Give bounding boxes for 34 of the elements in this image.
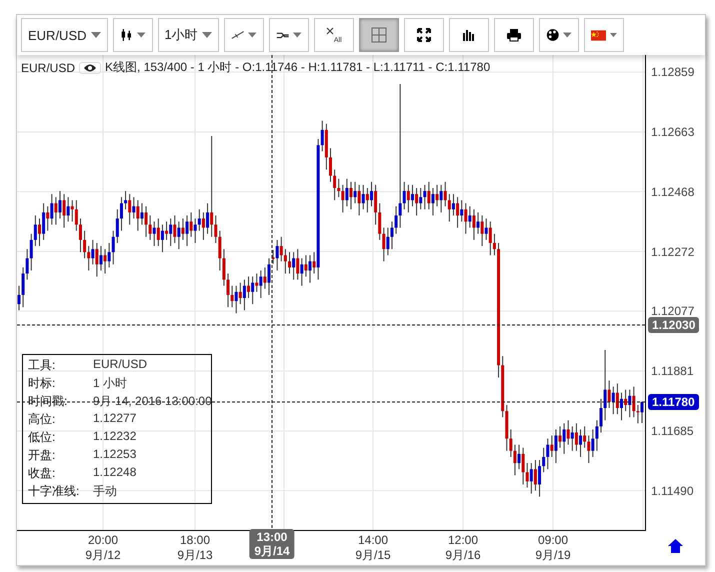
ohlc-summary: K线图, 153/400 - 1 小时 - O:1.11746 - H:1.11781 - L:1.11711 - C:1.11780 [105,59,490,76]
timeframe-dropdown[interactable]: 1小时 [158,18,219,52]
time-label: 12:00 9月/16 [445,533,481,563]
info-label: 时标: [28,375,56,392]
price-tick: 1.12468 [651,184,694,199]
info-label: 工具: [28,357,56,374]
info-value: 1.12232 [93,429,138,445]
time-label: 14:00 9月/15 [355,533,391,563]
crosshair-price-badge: 1.12030 [648,317,700,333]
info-label: 开盘: [28,447,56,464]
price-tick: 1.12859 [651,65,694,80]
price-tick: 1.12663 [651,125,694,140]
last-price-badge: 1.11780 [648,394,699,410]
info-value: 1 小时 [93,375,128,392]
info-value: 1.12253 [93,447,138,463]
info-label: 收盘: [28,465,56,482]
info-label: 高位: [28,411,56,428]
info-value: EUR/USD [93,357,148,373]
price-tick: 1.12077 [651,304,694,318]
info-label: 十字准线: [28,483,80,500]
info-value: 1.12248 [93,465,138,481]
symbol-dropdown[interactable]: EUR/USD [21,18,108,52]
price-tick: 1.11881 [651,364,694,378]
info-label: 低位: [28,429,56,446]
time-label: 20:00 9月/12 [85,533,121,563]
info-value: 1.12277 [93,411,138,427]
symbol-label: EUR/USD [21,60,76,74]
crosshair-time-badge: 13:00 9月/14 [249,529,295,559]
info-value: 手动 [93,483,118,500]
time-label: 18:00 9月/13 [177,533,213,563]
price-tick: 1.12272 [651,244,694,259]
price-tick: 1.11490 [651,484,694,498]
price-tick: 1.11685 [651,424,694,438]
time-label: 09:00 9月/19 [535,533,571,563]
